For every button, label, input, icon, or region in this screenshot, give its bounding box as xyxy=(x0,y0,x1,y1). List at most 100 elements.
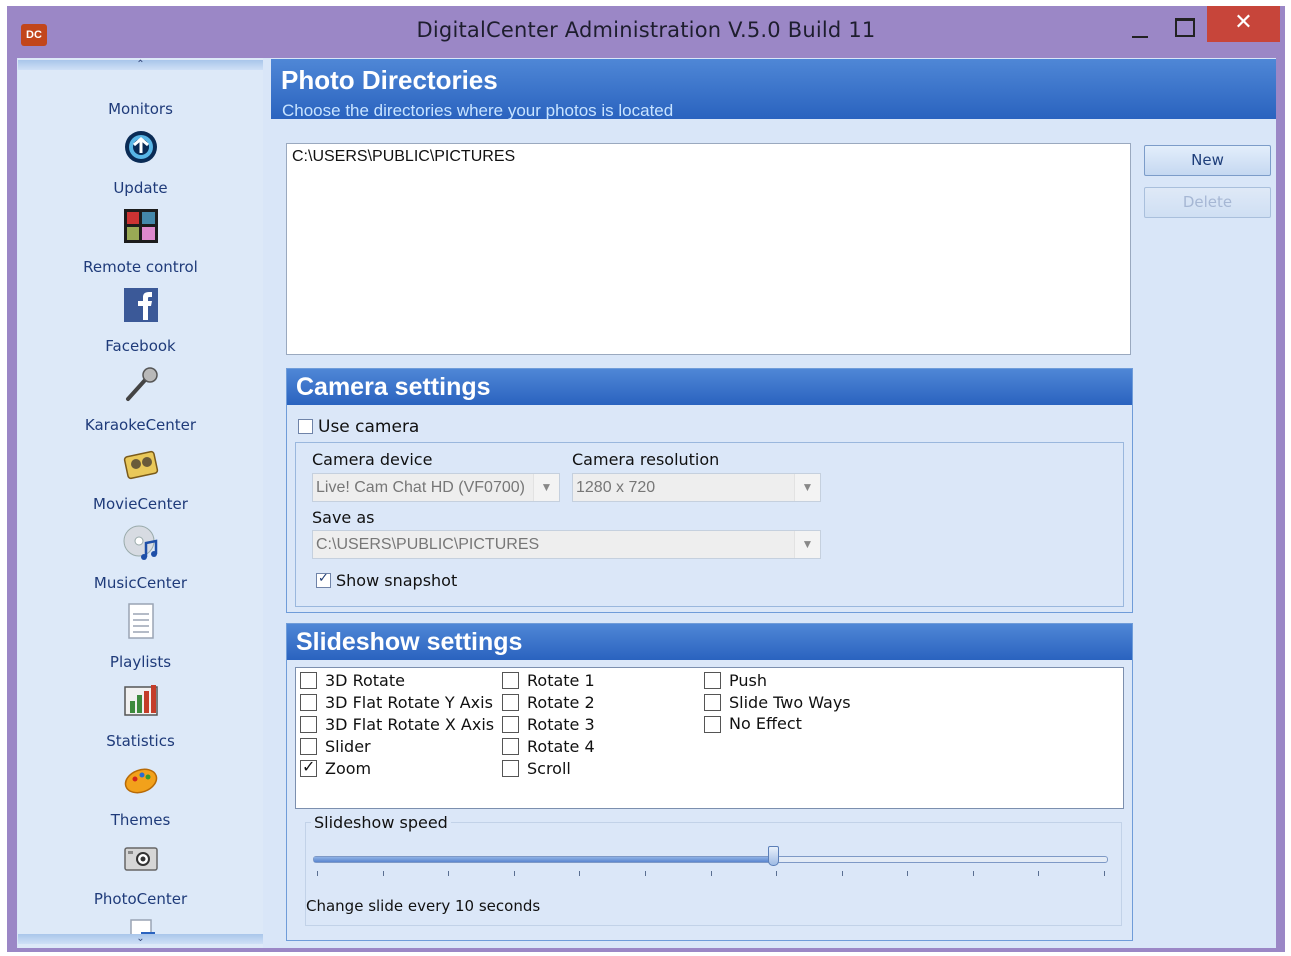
effect-label: Rotate 4 xyxy=(527,737,595,756)
page-title: Photo Directories xyxy=(281,65,498,95)
microphone-icon xyxy=(125,367,158,401)
sidebar-item-remote-control[interactable] xyxy=(18,207,263,245)
show-snapshot-checkbox[interactable] xyxy=(316,571,331,588)
remote-control-icon xyxy=(123,209,158,243)
effect-rotate-4-checkbox[interactable] xyxy=(502,738,519,755)
camera-device-label: Camera device xyxy=(312,450,433,469)
new-directory-button[interactable]: New xyxy=(1144,145,1271,176)
use-camera-label: Use camera xyxy=(318,417,420,437)
minimize-button[interactable] xyxy=(1119,8,1159,44)
effect-rotate-2-checkbox[interactable] xyxy=(502,694,519,711)
effect-slide-two-ways-checkbox[interactable] xyxy=(704,694,721,711)
slideshow-speed-label: Slideshow speed xyxy=(311,813,451,832)
effect-label: No Effect xyxy=(729,714,802,733)
camera-settings-group: Camera settings Use camera Camera device… xyxy=(286,368,1133,613)
sidebar-item-statistics[interactable] xyxy=(18,681,263,719)
music-disc-icon xyxy=(123,525,157,560)
slideshow-settings-group: Slideshow settings 3D Rotate 3D Flat Rot… xyxy=(286,623,1133,941)
slideshow-speed-slider[interactable] xyxy=(313,856,1108,863)
effect-rotate-1-checkbox[interactable] xyxy=(502,672,519,689)
film-reel-icon xyxy=(123,450,158,480)
page-subtitle: Choose the directories where your photos… xyxy=(282,101,674,120)
delete-directory-button[interactable]: Delete xyxy=(1144,187,1271,218)
camera-resolution-value: 1280 x 720 xyxy=(576,479,656,496)
sidebar-item-themes[interactable] xyxy=(18,760,263,798)
chevron-down-icon: ▼ xyxy=(794,474,820,501)
slider-fill xyxy=(314,857,774,862)
effect-no-effect-checkbox[interactable] xyxy=(704,716,721,733)
sidebar-item-monitors[interactable]: Monitors xyxy=(18,100,263,118)
effect-scroll-checkbox[interactable] xyxy=(502,760,519,777)
effect-3d-rotate-checkbox[interactable] xyxy=(300,672,317,689)
close-button[interactable]: ✕ xyxy=(1207,6,1280,42)
directory-list-item[interactable]: C:\USERS\PUBLIC\PICTURES xyxy=(292,148,515,166)
effect-label: 3D Flat Rotate X Axis xyxy=(325,715,495,734)
sidebar-label-themes: Themes xyxy=(110,811,171,829)
update-icon xyxy=(124,131,157,163)
sidebar-item-karaoke-center[interactable] xyxy=(18,365,263,403)
directory-list[interactable]: C:\USERS\PUBLIC\PICTURES xyxy=(286,143,1131,355)
save-as-label: Save as xyxy=(312,508,375,527)
effect-push-checkbox[interactable] xyxy=(704,672,721,689)
sidebar-label-movie-center: MovieCenter xyxy=(93,495,188,513)
slider-tick xyxy=(383,871,384,876)
facebook-icon xyxy=(123,288,158,322)
camera-device-select[interactable]: Live! Cam Chat HD (VF0700) ▼ xyxy=(312,473,560,502)
camera-resolution-select[interactable]: 1280 x 720 ▼ xyxy=(572,473,821,502)
slider-tick xyxy=(907,871,908,876)
show-snapshot-label: Show snapshot xyxy=(336,571,458,590)
camera-resolution-label: Camera resolution xyxy=(572,450,720,469)
slider-tick xyxy=(448,871,449,876)
sidebar-label-playlists: Playlists xyxy=(109,653,172,671)
slider-tick xyxy=(645,871,646,876)
sidebar-item-music-center[interactable] xyxy=(18,523,263,561)
sidebar-item-movie-center[interactable] xyxy=(18,444,263,482)
sidebar-label-photo-center: PhotoCenter xyxy=(93,890,188,908)
maximize-button[interactable] xyxy=(1162,8,1206,44)
main-panel: Photo Directories Choose the directories… xyxy=(271,58,1276,948)
effect-label: Scroll xyxy=(527,759,571,778)
effect-label: Rotate 1 xyxy=(527,671,595,690)
sidebar-item-update[interactable] xyxy=(18,128,263,166)
chevron-down-icon: ▼ xyxy=(794,531,820,558)
camera-settings-title: Camera settings xyxy=(287,369,1132,405)
effect-zoom-checkbox[interactable] xyxy=(300,757,317,777)
camera-options-panel: Camera device Live! Cam Chat HD (VF0700)… xyxy=(295,442,1124,607)
client-area: ⌃ Monitors Update Remote control Faceboo… xyxy=(17,58,1276,948)
slider-tick xyxy=(514,871,515,876)
camera-icon xyxy=(123,847,158,871)
effect-label: Zoom xyxy=(325,759,372,778)
slider-tick xyxy=(317,871,318,876)
chevron-down-icon: ▼ xyxy=(533,474,559,501)
effect-label: Push xyxy=(729,671,767,690)
save-as-value: C:\USERS\PUBLIC\PICTURES xyxy=(316,536,540,553)
effect-label: Slide Two Ways xyxy=(729,693,851,712)
sidebar-scroll-up-button[interactable]: ⌃ xyxy=(18,60,263,70)
slideshow-speed-group: Slideshow speed Change slide every 10 se… xyxy=(305,813,1122,926)
sidebar-item-facebook[interactable] xyxy=(18,286,263,324)
effect-3d-flat-rotate-x-checkbox[interactable] xyxy=(300,716,317,733)
camera-device-value: Live! Cam Chat HD (VF0700) xyxy=(316,479,525,496)
window-title: DigitalCenter Administration V.5.0 Build… xyxy=(416,18,876,42)
sidebar-item-playlists[interactable] xyxy=(18,602,263,640)
save-as-select[interactable]: C:\USERS\PUBLIC\PICTURES ▼ xyxy=(312,530,821,559)
sidebar-scroll-down-button[interactable]: ⌄ xyxy=(18,934,263,944)
sidebar-label-karaoke-center: KaraokeCenter xyxy=(84,416,197,434)
use-camera-checkbox[interactable] xyxy=(298,419,313,434)
effect-label: 3D Rotate xyxy=(325,671,405,690)
slider-tick xyxy=(711,871,712,876)
sidebar: ⌃ Monitors Update Remote control Faceboo… xyxy=(18,58,263,948)
title-bar[interactable]: DC DigitalCenter Administration V.5.0 Bu… xyxy=(7,6,1285,56)
sidebar-label-statistics: Statistics xyxy=(106,732,175,750)
slideshow-speed-text: Change slide every 10 seconds xyxy=(306,897,541,915)
bar-chart-icon xyxy=(123,685,158,716)
slider-tick xyxy=(973,871,974,876)
effect-rotate-3-checkbox[interactable] xyxy=(502,716,519,733)
app-window: DC DigitalCenter Administration V.5.0 Bu… xyxy=(7,6,1285,952)
slider-thumb[interactable] xyxy=(768,846,779,866)
effect-label: Rotate 2 xyxy=(527,693,595,712)
effect-slider-checkbox[interactable] xyxy=(300,738,317,755)
sidebar-item-photo-center[interactable] xyxy=(18,839,263,877)
page-header: Photo Directories Choose the directories… xyxy=(271,59,1276,120)
effect-3d-flat-rotate-y-checkbox[interactable] xyxy=(300,694,317,711)
